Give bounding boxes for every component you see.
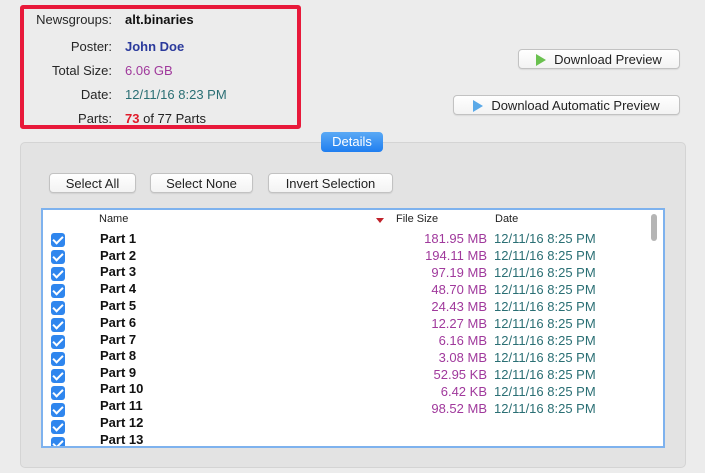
row-name: Part 4 <box>100 281 137 296</box>
row-name: Part 2 <box>100 248 137 263</box>
total-size-row: Total Size: 6.06 GB <box>24 62 297 80</box>
total-size-value: 6.06 GB <box>125 63 173 78</box>
row-checkbox[interactable] <box>51 369 65 383</box>
row-name: Part 1 <box>100 231 137 246</box>
row-name: Part 10 <box>100 381 144 396</box>
row-date: 12/11/16 8:25 PM <box>494 265 596 280</box>
table-row[interactable]: Part 4 48.70 MB 12/11/16 8:25 PM <box>43 281 663 299</box>
row-file-size: 98.52 MB <box>431 401 487 416</box>
select-all-button[interactable]: Select All <box>49 173 136 193</box>
row-file-size: 3.08 MB <box>438 350 487 365</box>
vertical-scrollbar[interactable] <box>651 214 657 241</box>
sort-descending-icon <box>376 218 384 223</box>
row-checkbox[interactable] <box>51 284 65 298</box>
row-file-size: 52.95 KB <box>433 367 488 382</box>
row-checkbox[interactable] <box>51 318 65 332</box>
row-name: Part 11 <box>100 398 143 413</box>
row-file-size: 6.42 KB <box>440 384 487 399</box>
row-checkbox[interactable] <box>51 437 65 446</box>
row-name: Part 13 <box>100 432 144 447</box>
parts-value: 73 of 77 Parts <box>125 110 206 128</box>
play-icon <box>473 100 484 112</box>
newsgroups-label: Newsgroups: <box>36 12 112 27</box>
row-date: 12/11/16 8:25 PM <box>494 282 596 297</box>
row-file-size: 194.11 MB <box>425 248 487 263</box>
row-name: Part 6 <box>100 315 137 330</box>
parts-label: Parts: <box>78 111 112 126</box>
newsgroups-row: Newsgroups: alt.binaries <box>24 11 297 29</box>
poster-value: John Doe <box>125 39 185 54</box>
row-date: 12/11/16 8:25 PM <box>494 401 596 416</box>
table-header: Name File Size Date <box>43 210 663 230</box>
poster-row: Poster: John Doe <box>24 38 297 56</box>
column-header-date[interactable]: Date <box>495 213 518 225</box>
row-date: 12/11/16 8:25 PM <box>494 333 596 348</box>
date-row: Date: 12/11/16 8:23 PM <box>24 86 297 104</box>
select-none-button[interactable]: Select None <box>150 173 253 193</box>
invert-selection-button[interactable]: Invert Selection <box>268 173 393 193</box>
row-file-size: 12.27 MB <box>431 316 487 331</box>
poster-label: Poster: <box>70 39 112 54</box>
download-preview-label: Download Preview <box>554 52 662 67</box>
row-checkbox[interactable] <box>51 352 65 366</box>
play-icon <box>536 54 547 66</box>
download-automatic-preview-label: Download Automatic Preview <box>491 98 660 113</box>
table-row[interactable]: Part 5 24.43 MB 12/11/16 8:25 PM <box>43 298 663 316</box>
row-file-size: 48.70 MB <box>431 282 487 297</box>
row-file-size: 6.16 MB <box>438 333 487 348</box>
parts-table[interactable]: Name File Size Date Part 1 181.95 MB 12/11… <box>41 208 665 448</box>
total-size-label: Total Size: <box>52 63 112 78</box>
column-header-name[interactable]: Name <box>99 213 128 225</box>
row-date: 12/11/16 8:25 PM <box>494 350 596 365</box>
row-checkbox[interactable] <box>51 420 65 434</box>
row-date: 12/11/16 8:25 PM <box>494 231 596 246</box>
row-name: Part 7 <box>100 332 137 347</box>
row-name: Part 8 <box>100 348 137 363</box>
row-checkbox[interactable] <box>51 386 65 400</box>
date-label: Date: <box>80 87 112 102</box>
newsgroups-value: alt.binaries <box>125 12 194 27</box>
row-checkbox[interactable] <box>51 335 65 349</box>
row-checkbox[interactable] <box>51 267 65 281</box>
parts-row: Parts: 73 of 77 Parts <box>24 110 297 128</box>
row-date: 12/11/16 8:25 PM <box>494 367 596 382</box>
table-row[interactable]: Part 3 97.19 MB 12/11/16 8:25 PM <box>43 264 663 282</box>
row-date: 12/11/16 8:25 PM <box>494 316 596 331</box>
row-name: Part 5 <box>100 298 137 313</box>
row-checkbox[interactable] <box>51 233 65 247</box>
table-row[interactable]: Part 1 181.95 MB 12/11/16 8:25 PM <box>43 231 663 248</box>
row-date: 12/11/16 8:25 PM <box>494 248 596 263</box>
details-tab[interactable]: Details <box>321 132 383 152</box>
column-header-file-size[interactable]: File Size <box>396 213 438 225</box>
row-date: 12/11/16 8:25 PM <box>494 299 596 314</box>
row-checkbox[interactable] <box>51 301 65 315</box>
download-automatic-preview-button[interactable]: Download Automatic Preview <box>453 95 680 115</box>
row-file-size: 181.95 MB <box>424 231 487 246</box>
article-info-highlight: Newsgroups: alt.binaries Poster: John Do… <box>20 5 301 129</box>
row-checkbox[interactable] <box>51 403 65 417</box>
row-name: Part 12 <box>100 415 144 430</box>
date-value: 12/11/16 8:23 PM <box>125 87 227 102</box>
parts-count: 73 <box>125 111 140 126</box>
download-preview-button[interactable]: Download Preview <box>518 49 680 69</box>
table-row[interactable]: Part 13 <box>43 432 663 447</box>
table-row[interactable]: Part 2 194.11 MB 12/11/16 8:25 PM <box>43 248 663 265</box>
row-file-size: 24.43 MB <box>431 299 487 314</box>
row-checkbox[interactable] <box>51 250 65 264</box>
table-row[interactable]: Part 6 12.27 MB 12/11/16 8:25 PM <box>43 315 663 333</box>
row-name: Part 9 <box>100 365 137 380</box>
row-file-size: 97.19 MB <box>431 265 487 280</box>
row-date: 12/11/16 8:25 PM <box>494 384 596 399</box>
parts-suffix: of 77 Parts <box>143 111 206 126</box>
row-name: Part 3 <box>100 264 137 279</box>
